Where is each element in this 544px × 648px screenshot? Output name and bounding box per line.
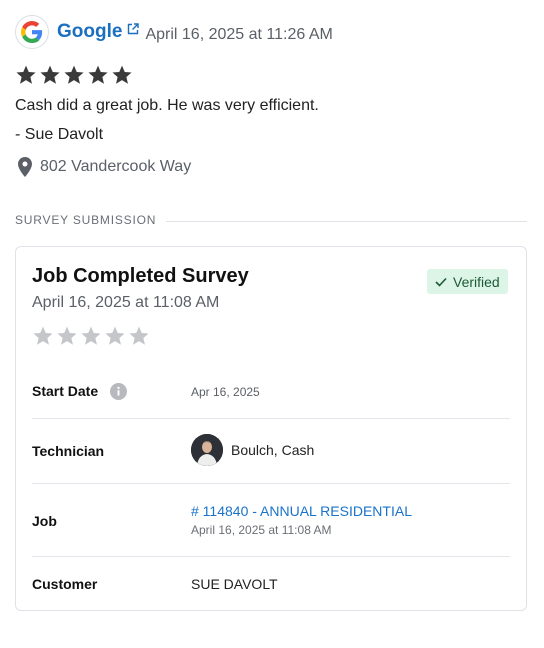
customer-value: SUE DAVOLT xyxy=(191,576,278,592)
survey-card: Job Completed Survey April 16, 2025 at 1… xyxy=(15,246,527,611)
star-icon xyxy=(33,326,53,345)
review-author: - Sue Davolt xyxy=(15,126,104,143)
job-row: Job # 114840 - ANNUAL RESIDENTIAL April … xyxy=(32,484,510,557)
map-pin-icon xyxy=(18,157,32,177)
technician-row: Technician Boulch, Cash xyxy=(32,419,510,484)
customer-label: Customer xyxy=(32,576,98,592)
survey-rating xyxy=(32,325,150,347)
star-icon xyxy=(112,65,132,84)
start-date-value: Apr 16, 2025 xyxy=(191,385,260,399)
review-header: Google April 16, 2025 at 11:26 AM xyxy=(15,15,333,49)
verified-badge: Verified xyxy=(427,269,508,294)
section-label: SURVEY SUBMISSION xyxy=(15,213,157,227)
info-icon[interactable] xyxy=(110,382,128,400)
review-location: 802 Vandercook Way xyxy=(18,157,191,177)
star-icon xyxy=(16,65,36,84)
start-date-label-wrap: Start Date xyxy=(32,382,128,400)
review-rating xyxy=(15,64,133,86)
star-icon xyxy=(64,65,84,84)
technician-value[interactable]: Boulch, Cash xyxy=(191,434,314,466)
star-icon xyxy=(81,326,101,345)
avatar xyxy=(191,434,223,466)
job-value: # 114840 - ANNUAL RESIDENTIAL April 16, … xyxy=(191,503,412,537)
job-timestamp: April 16, 2025 at 11:08 AM xyxy=(191,523,332,537)
job-link[interactable]: # 114840 - ANNUAL RESIDENTIAL xyxy=(191,503,412,519)
customer-row: Customer SUE DAVOLT xyxy=(32,557,510,611)
start-date-label: Start Date xyxy=(32,383,99,399)
star-icon xyxy=(57,326,77,345)
check-icon xyxy=(435,277,447,287)
star-icon xyxy=(129,326,149,345)
job-label: Job xyxy=(32,513,57,529)
survey-timestamp: April 16, 2025 at 11:08 AM xyxy=(32,294,220,311)
location-address: 802 Vandercook Way xyxy=(40,158,192,175)
technician-label: Technician xyxy=(32,443,105,459)
external-link-icon[interactable] xyxy=(127,23,140,35)
survey-title: Job Completed Survey xyxy=(32,265,249,287)
review-timestamp: April 16, 2025 at 11:26 AM xyxy=(145,26,333,43)
star-icon xyxy=(40,65,60,84)
star-icon xyxy=(105,326,125,345)
google-source-link[interactable]: Google xyxy=(57,21,140,43)
section-divider xyxy=(166,221,527,222)
technician-name[interactable]: Boulch, Cash xyxy=(231,442,314,458)
source-name[interactable]: Google xyxy=(57,21,122,43)
star-icon xyxy=(88,65,108,84)
google-logo xyxy=(15,15,49,49)
start-date-row: Start Date Apr 16, 2025 xyxy=(32,365,510,419)
badge-label: Verified xyxy=(453,273,500,290)
review-text: Cash did a great job. He was very effici… xyxy=(15,97,319,114)
